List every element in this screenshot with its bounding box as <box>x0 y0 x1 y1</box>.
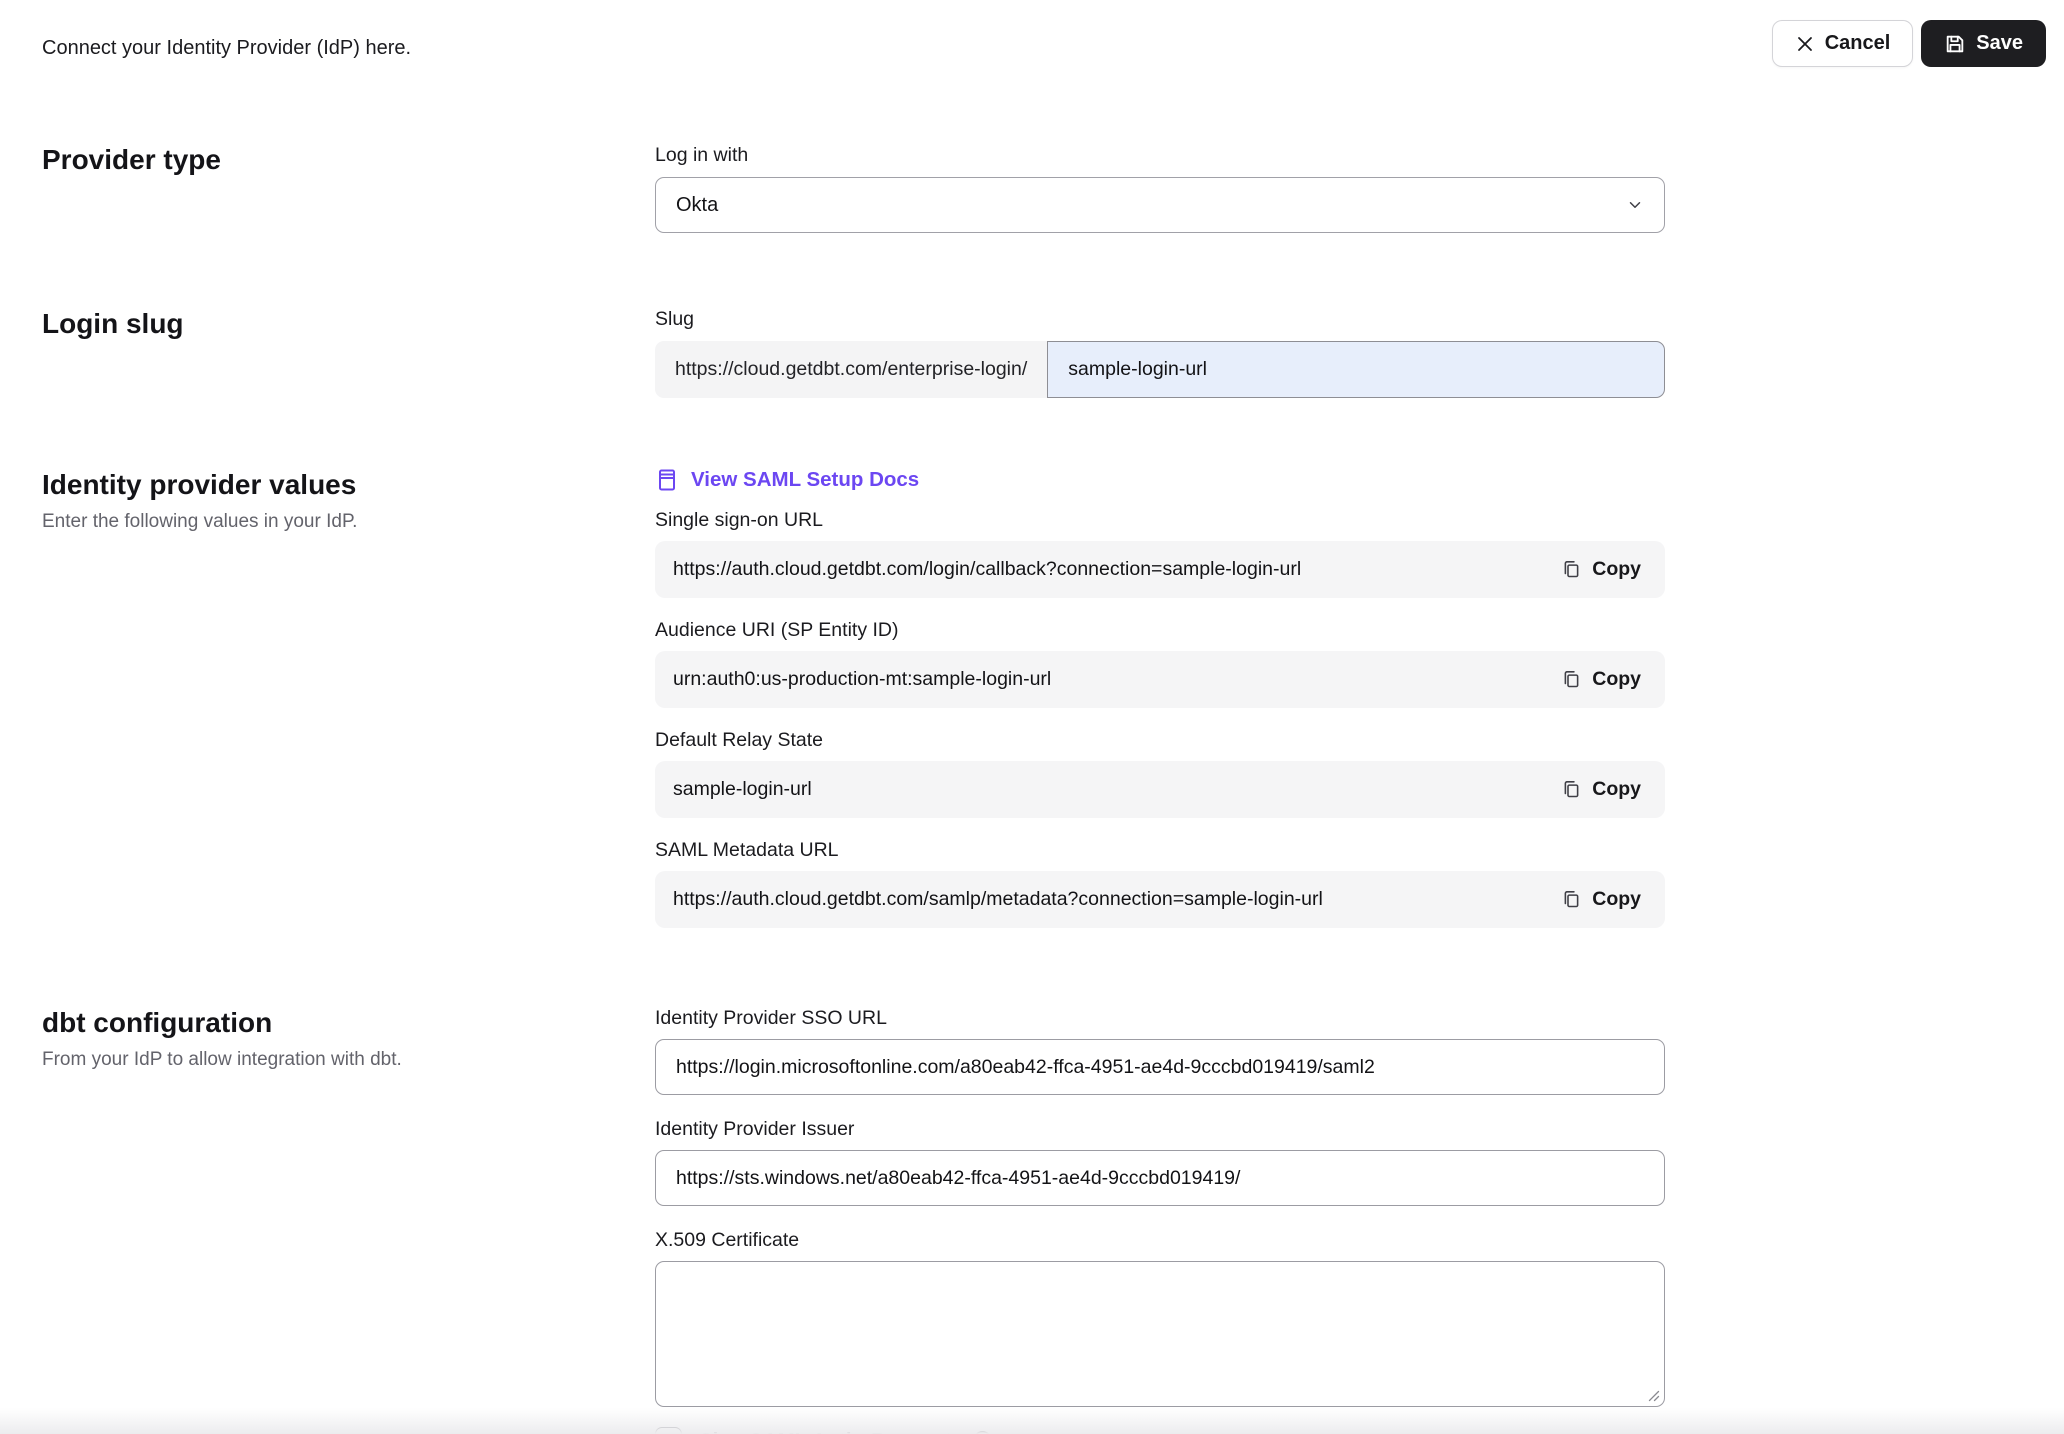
relay-state-value-box: sample-login-url Copy <box>655 761 1665 818</box>
page-header: Connect your Identity Provider (IdP) her… <box>0 0 2064 70</box>
idp-values-right: View SAML Setup Docs Single sign-on URL … <box>655 468 1665 928</box>
sso-settings-page: Connect your Identity Provider (IdP) her… <box>0 0 2064 1434</box>
certificate-label: X.509 Certificate <box>655 1228 1665 1252</box>
slug-control: https://cloud.getdbt.com/enterprise-logi… <box>655 341 1665 398</box>
section-dbt-configuration: dbt configuration From your IdP to allow… <box>0 1006 2064 1434</box>
section-identity-provider-values: Identity provider values Enter the follo… <box>0 468 2064 928</box>
copy-icon <box>1561 559 1582 580</box>
certificate-field: X.509 Certificate <box>655 1228 1665 1407</box>
sso-url-field: Single sign-on URL https://auth.cloud.ge… <box>655 508 1665 598</box>
certificate-textarea-wrap <box>655 1261 1665 1407</box>
cancel-button-label: Cancel <box>1825 32 1891 55</box>
dbt-config-heading: dbt configuration <box>42 1006 655 1040</box>
audience-uri-label: Audience URI (SP Entity ID) <box>655 618 1665 642</box>
idp-issuer-label: Identity Provider Issuer <box>655 1117 1665 1141</box>
metadata-url-label: SAML Metadata URL <box>655 838 1665 862</box>
slug-prefix: https://cloud.getdbt.com/enterprise-logi… <box>655 341 1047 398</box>
metadata-url-field: SAML Metadata URL https://auth.cloud.get… <box>655 838 1665 928</box>
idp-sso-url-label: Identity Provider SSO URL <box>655 1006 1665 1030</box>
sso-url-value: https://auth.cloud.getdbt.com/login/call… <box>673 558 1301 581</box>
provider-select[interactable]: Okta <box>655 177 1665 233</box>
sign-authn-checkbox[interactable] <box>655 1427 682 1434</box>
slug-label: Slug <box>655 307 1665 331</box>
copy-icon <box>1561 889 1582 910</box>
copy-icon <box>1561 669 1582 690</box>
idp-sso-url-field: Identity Provider SSO URL <box>655 1006 1665 1095</box>
relay-state-label: Default Relay State <box>655 728 1665 752</box>
relay-state-field: Default Relay State sample-login-url Cop… <box>655 728 1665 818</box>
sign-authn-label: Sign SAML AuthnRequest <box>699 1429 952 1434</box>
relay-state-value: sample-login-url <box>673 778 812 801</box>
copy-metadata-url-button[interactable]: Copy <box>1559 882 1643 917</box>
saml-docs-link-label: View SAML Setup Docs <box>691 468 919 492</box>
provider-type-right: Log in with Okta <box>655 143 1665 233</box>
save-button[interactable]: Save <box>1921 20 2046 67</box>
idp-sso-url-input[interactable] <box>655 1039 1665 1095</box>
copy-button-label: Copy <box>1592 558 1641 581</box>
provider-select-value: Okta <box>676 194 718 217</box>
copy-button-label: Copy <box>1592 778 1641 801</box>
slug-input[interactable] <box>1047 341 1665 398</box>
idp-values-heading: Identity provider values <box>42 468 655 502</box>
save-button-label: Save <box>1976 32 2023 55</box>
metadata-url-value-box: https://auth.cloud.getdbt.com/samlp/meta… <box>655 871 1665 928</box>
login-slug-left: Login slug <box>42 307 655 398</box>
provider-type-left: Provider type <box>42 143 655 233</box>
sso-url-value-box: https://auth.cloud.getdbt.com/login/call… <box>655 541 1665 598</box>
copy-button-label: Copy <box>1592 888 1641 911</box>
login-slug-heading: Login slug <box>42 307 655 341</box>
dbt-config-right: Identity Provider SSO URL Identity Provi… <box>655 1006 1665 1434</box>
copy-sso-url-button[interactable]: Copy <box>1559 552 1643 587</box>
copy-relay-state-button[interactable]: Copy <box>1559 772 1643 807</box>
login-with-label: Log in with <box>655 143 1665 167</box>
chevron-down-icon <box>1626 196 1644 214</box>
cancel-button[interactable]: Cancel <box>1772 20 1914 67</box>
save-floppy-icon <box>1944 33 1966 55</box>
saml-docs-link[interactable]: View SAML Setup Docs <box>655 468 919 492</box>
idp-issuer-input[interactable] <box>655 1150 1665 1206</box>
help-icon[interactable] <box>971 1429 994 1434</box>
sign-authn-row: Sign SAML AuthnRequest <box>655 1427 1665 1434</box>
dbt-config-subtitle: From your IdP to allow integration with … <box>42 1049 655 1071</box>
login-slug-right: Slug https://cloud.getdbt.com/enterprise… <box>655 307 1665 398</box>
page-title: Connect your Identity Provider (IdP) her… <box>42 37 411 60</box>
certificate-textarea[interactable] <box>655 1261 1665 1407</box>
header-actions: Cancel Save <box>1772 20 2046 67</box>
copy-button-label: Copy <box>1592 668 1641 691</box>
provider-type-heading: Provider type <box>42 143 655 177</box>
metadata-url-value: https://auth.cloud.getdbt.com/samlp/meta… <box>673 888 1323 911</box>
sso-url-label: Single sign-on URL <box>655 508 1665 532</box>
copy-icon <box>1561 779 1582 800</box>
close-icon <box>1795 34 1815 54</box>
idp-values-left: Identity provider values Enter the follo… <box>42 468 655 928</box>
idp-values-subtitle: Enter the following values in your IdP. <box>42 511 655 533</box>
audience-uri-value: urn:auth0:us-production-mt:sample-login-… <box>673 668 1051 691</box>
idp-issuer-field: Identity Provider Issuer <box>655 1117 1665 1206</box>
audience-uri-value-box: urn:auth0:us-production-mt:sample-login-… <box>655 651 1665 708</box>
dbt-config-left: dbt configuration From your IdP to allow… <box>42 1006 655 1434</box>
section-provider-type: Provider type Log in with Okta <box>0 143 2064 233</box>
section-login-slug: Login slug Slug https://cloud.getdbt.com… <box>0 307 2064 398</box>
copy-audience-uri-button[interactable]: Copy <box>1559 662 1643 697</box>
docs-icon <box>655 468 679 492</box>
audience-uri-field: Audience URI (SP Entity ID) urn:auth0:us… <box>655 618 1665 708</box>
